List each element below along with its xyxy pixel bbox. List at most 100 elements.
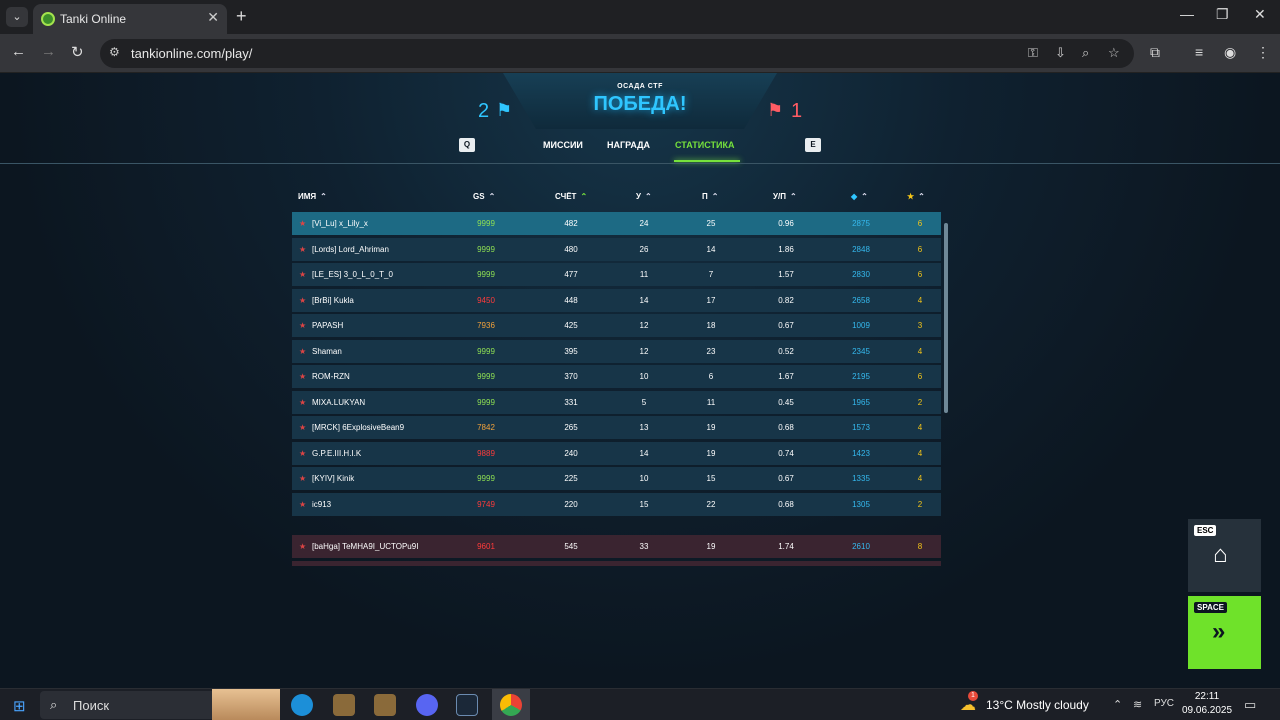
extensions-icon[interactable]: ⧉ <box>1150 44 1160 61</box>
player-gs: 9999 <box>477 270 495 279</box>
chrome-taskbar-item[interactable] <box>492 689 530 720</box>
esc-key-label: ESC <box>1194 525 1217 536</box>
col-gs-header[interactable]: GS ⌃ <box>473 192 495 201</box>
player-kd: 1.86 <box>778 244 794 254</box>
install-app-icon[interactable]: ⇩ <box>1055 45 1066 61</box>
scrollbar-thumb[interactable] <box>944 223 948 413</box>
discord-icon[interactable] <box>416 694 438 716</box>
player-name: [BrBi] Kukla <box>312 295 354 305</box>
game-app-icon-2[interactable] <box>374 694 396 716</box>
tab-missions[interactable]: МИССИИ <box>543 140 583 150</box>
weather-badge: 1 <box>968 691 978 701</box>
col-name-header[interactable]: ИМЯ ⌃ <box>298 192 327 201</box>
player-row[interactable]: ★ ROM-RZN 9999 370 10 6 1.67 2195 6 <box>292 365 941 388</box>
player-kd: 0.82 <box>778 295 794 305</box>
back-button[interactable]: ← <box>11 43 26 60</box>
player-row[interactable]: ★ G.P.E.III.H.I.K 9889 240 14 19 0.74 1423 4 <box>292 441 941 465</box>
rank-icon: ★ <box>299 219 307 228</box>
game-app-icon[interactable] <box>333 694 355 716</box>
player-crystals: 2658 <box>852 295 870 305</box>
player-gs: 7936 <box>477 321 495 330</box>
player-k: 14 <box>639 295 649 305</box>
col-score-header[interactable]: СЧЁТ ⌃ <box>555 192 587 201</box>
windows-start-icon[interactable]: ⊞ <box>13 697 26 715</box>
player-gs: 9999 <box>477 219 495 228</box>
url-text: tankionline.com/play/ <box>131 46 253 61</box>
col-kills-header[interactable]: У ⌃ <box>636 192 652 201</box>
clock[interactable]: 22:11 09.06.2025 <box>1182 690 1232 718</box>
player-stars: 4 <box>917 295 923 305</box>
player-score: 370 <box>564 372 578 381</box>
wifi-icon[interactable]: ≋ <box>1133 698 1142 711</box>
col-stars-header[interactable]: ★ ⌃ <box>907 192 925 201</box>
player-row[interactable]: ★ ic913 9749 220 15 22 0.68 1305 2 <box>292 492 941 516</box>
player-row[interactable]: ★ [KYIV] Kinik 9999 225 10 15 0.67 1335 4 <box>292 467 941 490</box>
player-kd: 1.57 <box>778 270 794 279</box>
reload-button[interactable]: ↻ <box>71 43 84 61</box>
player-row[interactable]: ★ MIXA.LUKYAN 9999 331 5 11 0.45 1965 2 <box>292 390 941 414</box>
browser-menu-icon[interactable]: ⋮ <box>1256 44 1270 61</box>
player-name: Shaman <box>312 346 342 356</box>
language-indicator[interactable]: РУС <box>1154 698 1174 709</box>
player-crystals: 2830 <box>852 270 870 279</box>
player-crystals: 1965 <box>852 397 870 407</box>
player-d: 23 <box>706 346 716 356</box>
continue-button[interactable]: SPACE » <box>1188 596 1261 669</box>
player-crystals: 1305 <box>852 499 870 509</box>
col-deaths-header[interactable]: П ⌃ <box>702 192 718 201</box>
minimize-button[interactable]: — <box>1180 6 1194 22</box>
tray-chevron-icon[interactable]: ⌃ <box>1113 698 1122 711</box>
media-control-icon[interactable]: ≡ <box>1195 44 1203 60</box>
tab-statistics[interactable]: СТАТИСТИКА <box>675 140 734 150</box>
next-tab-key[interactable]: E <box>805 138 821 152</box>
steam-icon[interactable] <box>456 694 478 716</box>
red-flag-icon: ⚑ <box>767 100 784 120</box>
blue-flag-icon: ⚑ <box>496 100 513 120</box>
player-row[interactable]: ★ [baHga] TeMHA9I_UCTOPu9I 9601 545 33 19 1.74… <box>292 535 941 558</box>
player-name: [KYIV] Kinik <box>312 474 355 483</box>
search-highlight-image[interactable] <box>212 689 280 720</box>
rank-icon: ★ <box>299 270 307 279</box>
player-k: 15 <box>639 499 649 509</box>
header-divider <box>0 163 1280 164</box>
exit-to-lobby-button[interactable]: ESC ⌂ <box>1188 519 1261 592</box>
notifications-icon[interactable]: ▭ <box>1244 697 1256 713</box>
player-name: PAPASH <box>312 321 344 330</box>
player-gs: 9999 <box>477 244 495 254</box>
address-bar[interactable]: ⚙ tankionline.com/play/ ⚿ ⇩ ⌕ ☆ <box>100 39 1134 68</box>
player-row[interactable]: ★ Shaman 9999 395 12 23 0.52 2345 4 <box>292 339 941 363</box>
edge-icon[interactable] <box>291 694 313 716</box>
prev-tab-key[interactable]: Q <box>459 138 475 152</box>
player-d: 6 <box>708 372 714 381</box>
player-row[interactable]: ★ [BrBi] Kukla 9450 448 14 17 0.82 2658 4 <box>292 288 941 312</box>
bookmark-star-icon[interactable]: ☆ <box>1108 45 1120 61</box>
zoom-icon[interactable]: ⌕ <box>1082 45 1089 61</box>
tab-close-icon[interactable]: ✕ <box>207 9 219 26</box>
col-kd-header[interactable]: У/П ⌃ <box>773 192 797 201</box>
player-row[interactable]: ★ [MRCK] 6ExplosiveBean9 7842 265 13 19 0.68 15… <box>292 416 941 439</box>
close-window-button[interactable]: ✕ <box>1254 6 1266 23</box>
maximize-button[interactable]: ❐ <box>1216 6 1229 23</box>
player-kd: 1.74 <box>778 542 794 551</box>
player-row[interactable]: ★ [Lords] Lord_Ahriman 9999 480 26 14 1.86 2848… <box>292 237 941 261</box>
weather-text[interactable]: 13°C Mostly cloudy <box>986 698 1089 712</box>
chrome-icon <box>500 694 522 716</box>
player-k: 33 <box>639 542 649 551</box>
forward-button[interactable]: → <box>41 43 56 60</box>
col-crystals-header[interactable]: ◆ ⌃ <box>851 192 868 201</box>
tab-reward[interactable]: НАГРАДА <box>607 140 650 150</box>
rank-icon: ★ <box>299 397 307 407</box>
password-key-icon[interactable]: ⚿ <box>1028 45 1038 61</box>
browser-tab[interactable]: Tanki Online ✕ <box>33 4 227 34</box>
player-row[interactable]: ★ [Vi_Lu] x_Lily_x 9999 482 24 25 0.96 2875 6 <box>292 212 941 235</box>
tab-search-button[interactable]: ⌄ <box>6 7 28 27</box>
player-row[interactable]: ★ [LE_ES] 3_0_L_0_T_0 9999 477 11 7 1.57 2830 6 <box>292 263 941 286</box>
rank-icon: ★ <box>299 295 307 305</box>
site-info-icon[interactable]: ⚙ <box>109 45 120 59</box>
rank-icon: ★ <box>299 346 307 356</box>
search-placeholder: Поиск <box>73 698 110 713</box>
profile-icon[interactable]: ◉ <box>1224 44 1236 61</box>
player-gs: 9999 <box>477 372 495 381</box>
new-tab-button[interactable]: + <box>236 6 247 27</box>
player-row[interactable]: ★ PAPASH 7936 425 12 18 0.67 1009 3 <box>292 314 941 337</box>
